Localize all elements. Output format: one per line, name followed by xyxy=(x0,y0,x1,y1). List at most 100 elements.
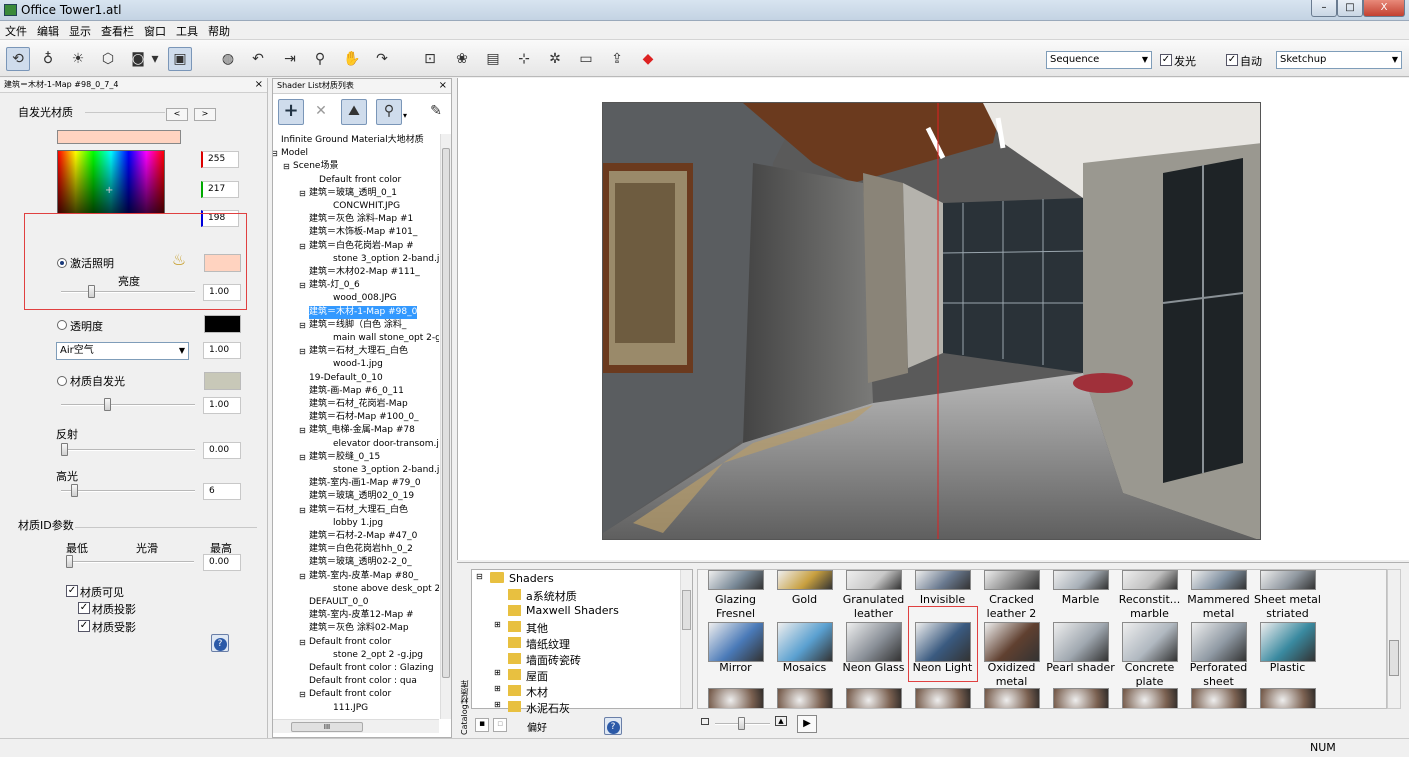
shader-tree-item[interactable]: 建筑-室内-皮革-Map #80_ xyxy=(309,570,418,583)
sun-icon[interactable]: ☀ xyxy=(66,47,90,71)
import-shader-icon[interactable]: ⛰ xyxy=(341,99,367,125)
catalog-item[interactable]: 其他 xyxy=(526,620,548,636)
shader-tree-item[interactable]: lobby 1.jpg xyxy=(333,517,383,530)
shader-thumbnail[interactable] xyxy=(1260,570,1316,590)
shader-tree-item[interactable]: 建筑＝玻璃_透明02_0_19 xyxy=(309,490,414,503)
catalog-item[interactable]: Maxwell Shaders xyxy=(526,604,619,617)
expand-icon[interactable]: ⊟ xyxy=(299,636,306,649)
expand-icon[interactable]: ⊟ xyxy=(273,147,278,160)
expand-icon[interactable]: ⊟ xyxy=(299,319,306,332)
export-icon[interactable]: ⇪ xyxy=(605,47,629,71)
shader-tree-item[interactable]: Default front color : Glazing xyxy=(309,662,434,675)
shader-tree-item[interactable]: 建筑＝胶缝_0_15 xyxy=(309,451,380,464)
tree-horizontal-scrollbar[interactable]: III xyxy=(273,719,439,733)
help-button[interactable]: ? xyxy=(211,634,229,652)
maximize-button[interactable]: □ xyxy=(1337,0,1363,17)
shader-tree-item[interactable]: stone 2_opt 2 -g.jpg xyxy=(333,649,423,662)
light-color-swatch[interactable] xyxy=(204,254,241,272)
render-window-icon[interactable]: ▣ xyxy=(168,47,192,71)
redo-icon[interactable]: ↷ xyxy=(370,47,394,71)
pan-icon[interactable]: ✋ xyxy=(340,47,364,71)
shader-tree-item[interactable]: stone 3_option 2-band.jp xyxy=(333,253,439,266)
highlight-slider-thumb[interactable] xyxy=(71,484,78,497)
scrollbar-thumb[interactable] xyxy=(442,148,450,678)
shader-tree-item[interactable]: 建筑＝玻璃_透明_0_1 xyxy=(309,187,397,200)
close-button[interactable]: X xyxy=(1363,0,1405,17)
medium-select[interactable]: Air空气 ▼ xyxy=(56,342,189,360)
shader-thumbnail[interactable] xyxy=(708,622,764,662)
shader-thumbnail[interactable] xyxy=(1260,688,1316,708)
close-icon[interactable]: × xyxy=(255,78,263,92)
crop-icon[interactable]: ⊹ xyxy=(512,47,536,71)
menu-edit[interactable]: 编辑 xyxy=(32,21,64,39)
shader-tree-item[interactable]: 建筑＝灰色 涂料-Map #1 xyxy=(309,213,413,226)
dolly-icon[interactable]: ⇥ xyxy=(278,47,302,71)
scrollbar-thumb[interactable]: III xyxy=(291,722,363,732)
shader-tree-item[interactable]: Default front color xyxy=(309,636,391,649)
highlight-value-field[interactable]: 6 xyxy=(203,483,241,500)
shader-tree-item[interactable]: elevator door-transom.jp xyxy=(333,438,439,451)
delete-shader-button[interactable]: ✕ xyxy=(308,99,334,125)
shader-tree-item[interactable]: CONCWHIT.JPG xyxy=(333,200,400,213)
palette-icon[interactable]: ❀ xyxy=(450,47,474,71)
shader-tree-item[interactable]: 建筑＝白色花岗岩-Map # xyxy=(309,240,414,253)
shader-tree-item[interactable]: 建筑＝线脚（白色 涂料_ xyxy=(309,319,406,332)
undo-icon[interactable]: ↶ xyxy=(246,47,270,71)
shader-thumbnail[interactable] xyxy=(915,688,971,708)
color-swatch[interactable] xyxy=(57,130,181,144)
menu-file[interactable]: 文件 xyxy=(0,21,32,39)
zoom-icon[interactable]: ⚲ xyxy=(308,47,332,71)
catalog-item[interactable]: 墙纸纹理 xyxy=(526,636,570,652)
highlight-slider-track[interactable] xyxy=(61,490,195,492)
brightness-slider-track[interactable] xyxy=(61,291,195,293)
pick-material-icon[interactable]: ⚲ xyxy=(376,99,402,125)
shader-thumbnail[interactable] xyxy=(1191,688,1247,708)
glow-slider-track[interactable] xyxy=(61,404,195,406)
glow-color-swatch[interactable] xyxy=(204,372,241,390)
expand-icon[interactable]: ⊟ xyxy=(299,451,306,464)
menu-panels[interactable]: 查看栏 xyxy=(96,21,139,39)
shader-thumbnail[interactable] xyxy=(846,622,902,662)
expand-icon[interactable]: ⊟ xyxy=(299,424,306,437)
shader-tree-item[interactable]: main wall stone_opt 2-g xyxy=(333,332,439,345)
shader-thumbnail[interactable] xyxy=(1122,570,1178,590)
shader-tree-item[interactable]: 建筑＝白色花岗岩hh_0_2 xyxy=(309,543,413,556)
expand-icon[interactable]: ⊞ xyxy=(494,684,501,693)
podium-logo-icon[interactable]: ◆ xyxy=(636,47,660,71)
render-preview[interactable] xyxy=(602,102,1261,540)
shader-thumbnail[interactable] xyxy=(984,622,1040,662)
object-icon[interactable]: ⬡ xyxy=(96,47,120,71)
expand-icon[interactable]: ⊟ xyxy=(476,572,483,581)
catalog-item[interactable]: 水泥石灰 xyxy=(526,700,570,716)
camera-dropdown-icon[interactable]: ▾ xyxy=(148,47,162,71)
sequence-select[interactable]: Sequence ▼ xyxy=(1046,51,1152,69)
shader-tree-item[interactable]: DEFAULT_0_0 xyxy=(309,596,368,609)
catalog-add-button[interactable]: ▪ xyxy=(475,718,489,732)
shader-tree-item[interactable]: stone 3_option 2-band.jp xyxy=(333,464,439,477)
shader-thumbnail[interactable] xyxy=(846,570,902,590)
shader-thumbnail[interactable] xyxy=(1122,622,1178,662)
reflect-slider-thumb[interactable] xyxy=(61,443,68,456)
shader-tree-item[interactable]: 建筑-灯_0_6 xyxy=(309,279,360,292)
cast-shadow-checkbox[interactable]: ✓ xyxy=(78,602,90,614)
shader-thumbnail[interactable] xyxy=(984,570,1040,590)
shader-tree-item[interactable]: 建筑-室内-皮革12-Map # xyxy=(309,609,414,622)
light-tool-icon[interactable]: ♁ xyxy=(36,47,60,71)
shader-tree-item[interactable]: Infinite Ground Material大地材质 xyxy=(281,134,424,147)
id-value-field[interactable]: 0.00 xyxy=(203,554,241,571)
add-shader-button[interactable]: + xyxy=(278,99,304,125)
catalog-item[interactable]: 木材 xyxy=(526,684,548,700)
catalog-item[interactable]: 墙面砖瓷砖 xyxy=(526,652,581,668)
glow-value-field[interactable]: 1.00 xyxy=(203,397,241,414)
id-slider-thumb[interactable] xyxy=(66,555,73,568)
receive-shadow-checkbox[interactable]: ✓ xyxy=(78,620,90,632)
expand-icon[interactable]: ⊞ xyxy=(494,700,501,709)
menu-view[interactable]: 显示 xyxy=(64,21,96,39)
shader-thumbnail[interactable] xyxy=(777,570,833,590)
catalog-item[interactable]: a系统材质 xyxy=(526,588,577,604)
renderer-select[interactable]: Sketchup ▼ xyxy=(1276,51,1402,69)
shader-thumbnail[interactable] xyxy=(984,688,1040,708)
shader-tree-item[interactable]: Default front color xyxy=(309,688,391,701)
reflect-value-field[interactable]: 0.00 xyxy=(203,442,241,459)
close-icon[interactable]: × xyxy=(439,79,447,93)
